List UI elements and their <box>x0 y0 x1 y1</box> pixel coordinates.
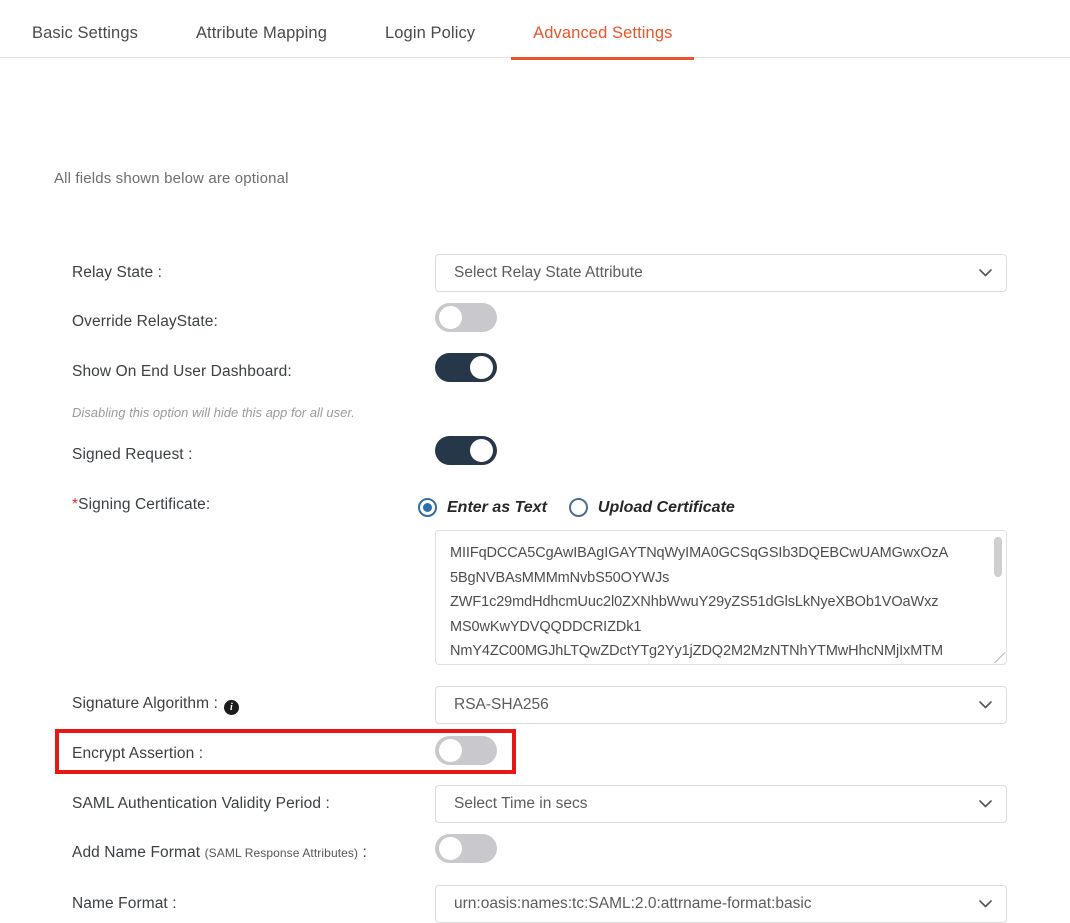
saml-validity-period-select[interactable]: Select Time in secs <box>435 785 1007 823</box>
radio-enter-as-text-label[interactable]: Enter as Text <box>447 499 547 517</box>
radio-upload-certificate[interactable] <box>569 498 588 517</box>
relay-state-label: Relay State : <box>72 264 162 282</box>
tab-label: Attribute Mapping <box>196 24 327 42</box>
settings-tabbar: Basic Settings Attribute Mapping Login P… <box>0 0 1070 58</box>
tab-list: Basic Settings Attribute Mapping Login P… <box>0 0 1070 59</box>
signing-certificate-label: *Signing Certificate: <box>72 496 210 514</box>
show-on-end-user-dashboard-toggle[interactable] <box>435 353 497 382</box>
signing-certificate-text: MIIFqDCCA5CgAwIBAgIGAYTNqWyIMA0GCSqGSIb3… <box>450 541 982 664</box>
signing-certificate-radio-group: Enter as Text Upload Certificate <box>418 498 757 517</box>
optional-fields-note: All fields shown below are optional <box>54 170 289 187</box>
signed-request-label: Signed Request : <box>72 446 193 464</box>
add-name-format-toggle[interactable] <box>435 834 497 863</box>
tab-label: Login Policy <box>385 24 475 42</box>
chevron-down-icon <box>979 255 992 291</box>
tab-attribute-mapping[interactable]: Attribute Mapping <box>167 24 356 59</box>
signature-algorithm-value: RSA-SHA256 <box>454 696 549 713</box>
radio-upload-certificate-label[interactable]: Upload Certificate <box>598 499 735 517</box>
textarea-scrollbar[interactable] <box>995 533 1004 664</box>
tab-label: Basic Settings <box>32 24 138 42</box>
signature-algorithm-select[interactable]: RSA-SHA256 <box>435 686 1007 724</box>
toggle-knob <box>470 356 493 379</box>
toggle-knob <box>439 837 462 860</box>
toggle-knob <box>439 739 462 762</box>
advanced-settings-form: All fields shown below are optional Rela… <box>0 58 1070 106</box>
tab-basic-settings[interactable]: Basic Settings <box>22 24 167 59</box>
add-name-format-colon: : <box>363 844 367 861</box>
override-relaystate-toggle[interactable] <box>435 303 497 332</box>
signature-algorithm-label: Signature Algorithm : i <box>72 695 239 715</box>
add-name-format-sublabel: (SAML Response Attributes) <box>205 846 359 860</box>
signature-algorithm-label-text: Signature Algorithm : <box>72 695 218 712</box>
radio-enter-as-text[interactable] <box>418 498 437 517</box>
chevron-down-icon <box>979 687 992 723</box>
scrollbar-thumb[interactable] <box>994 537 1002 577</box>
toggle-knob <box>439 306 462 329</box>
relay-state-value: Select Relay State Attribute <box>454 264 643 281</box>
textarea-resize-handle[interactable] <box>994 652 1005 663</box>
show-on-end-user-dashboard-label: Show On End User Dashboard: <box>72 363 292 381</box>
info-icon[interactable]: i <box>224 700 239 715</box>
tab-label: Advanced Settings <box>533 24 672 42</box>
name-format-select[interactable]: urn:oasis:names:tc:SAML:2.0:attrname-for… <box>435 885 1007 923</box>
name-format-label: Name Format : <box>72 895 177 913</box>
signing-certificate-label-text: Signing Certificate: <box>78 496 210 513</box>
name-format-value: urn:oasis:names:tc:SAML:2.0:attrname-for… <box>454 895 812 912</box>
chevron-down-icon <box>979 886 992 922</box>
add-name-format-label-text: Add Name Format <box>72 844 200 861</box>
tab-advanced-settings[interactable]: Advanced Settings <box>504 24 701 59</box>
add-name-format-label: Add Name Format (SAML Response Attribute… <box>72 844 367 862</box>
override-relaystate-label: Override RelayState: <box>72 313 218 331</box>
show-on-end-user-dashboard-helper: Disabling this option will hide this app… <box>72 405 355 420</box>
tab-login-policy[interactable]: Login Policy <box>356 24 504 59</box>
signing-certificate-textarea[interactable]: MIIFqDCCA5CgAwIBAgIGAYTNqWyIMA0GCSqGSIb3… <box>435 530 1007 665</box>
saml-validity-period-value: Select Time in secs <box>454 795 588 812</box>
signed-request-toggle[interactable] <box>435 436 497 465</box>
chevron-down-icon <box>979 786 992 822</box>
toggle-knob <box>470 439 493 462</box>
encrypt-assertion-label: Encrypt Assertion : <box>72 745 203 763</box>
encrypt-assertion-toggle[interactable] <box>435 736 497 765</box>
relay-state-select[interactable]: Select Relay State Attribute <box>435 254 1007 292</box>
saml-validity-period-label: SAML Authentication Validity Period : <box>72 795 330 813</box>
